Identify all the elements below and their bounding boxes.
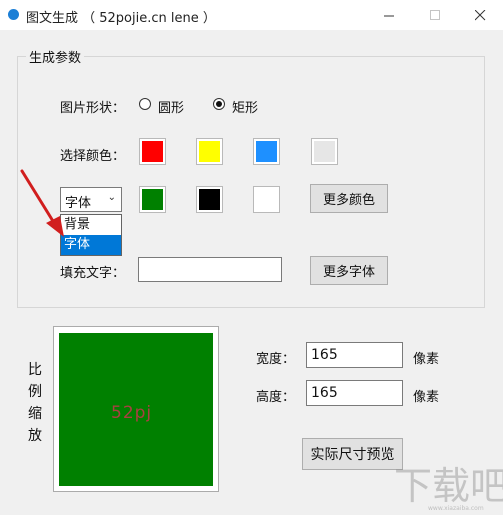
maximize-icon [429,9,440,20]
radio-rectangle[interactable] [213,98,225,110]
fill-text-label: 填充文字： [60,266,126,281]
title-bar: 图文生成 （ 52pojie.cn lene ） [0,0,503,30]
swatch-fill [199,189,220,210]
swatch-fill [142,141,163,162]
fill-text-input[interactable] [138,257,282,282]
width-label: 宽度： [256,352,296,367]
preview-frame: 52pj [53,326,219,492]
swatch-fill [199,141,220,162]
app-icon [8,9,19,20]
maximize-button [412,0,458,30]
swatch-green[interactable] [139,186,166,213]
actual-size-preview-button[interactable]: 实际尺寸预览 [302,438,403,470]
chevron-down-icon[interactable]: ⌄ [108,192,116,203]
minimize-button[interactable] [366,0,412,30]
swatch-fill [256,189,277,210]
swatch-fill [142,189,163,210]
more-fonts-button[interactable]: 更多字体 [310,256,388,285]
swatch-white[interactable] [253,186,280,213]
swatch-fill [256,141,277,162]
params-group-legend: 生成参数 [26,47,85,66]
height-input[interactable]: 165 [306,380,403,406]
close-button[interactable] [457,0,503,30]
swatch-light-gray[interactable] [311,138,338,165]
swatch-black[interactable] [196,186,223,213]
minimize-icon [383,15,394,16]
swatch-blue[interactable] [253,138,280,165]
height-unit: 像素 [413,390,440,405]
window-title: 图文生成 （ 52pojie.cn lene ） [26,11,216,26]
height-label: 高度： [256,390,296,405]
width-input[interactable]: 165 [306,342,403,368]
preview-canvas: 52pj [59,333,213,486]
width-unit: 像素 [413,352,440,367]
radio-rectangle-label[interactable]: 矩形 [232,97,258,116]
close-icon [474,9,485,20]
swatch-fill [314,141,335,162]
radio-circle[interactable] [139,98,151,110]
swatch-yellow[interactable] [196,138,223,165]
preview-text: 52pj [111,403,153,423]
annotation-arrow-icon [20,169,64,237]
shape-label: 图片形状： [60,101,126,116]
swatch-red[interactable] [139,138,166,165]
more-colors-button[interactable]: 更多颜色 [310,184,388,213]
color-label: 选择颜色： [60,149,126,164]
radio-circle-label[interactable]: 圆形 [158,97,184,116]
watermark-url: www.xiazaiba.com [428,505,484,512]
watermark-logo: 下载吧 [394,464,503,508]
scale-vertical-label: 比例缩放 [28,362,42,444]
